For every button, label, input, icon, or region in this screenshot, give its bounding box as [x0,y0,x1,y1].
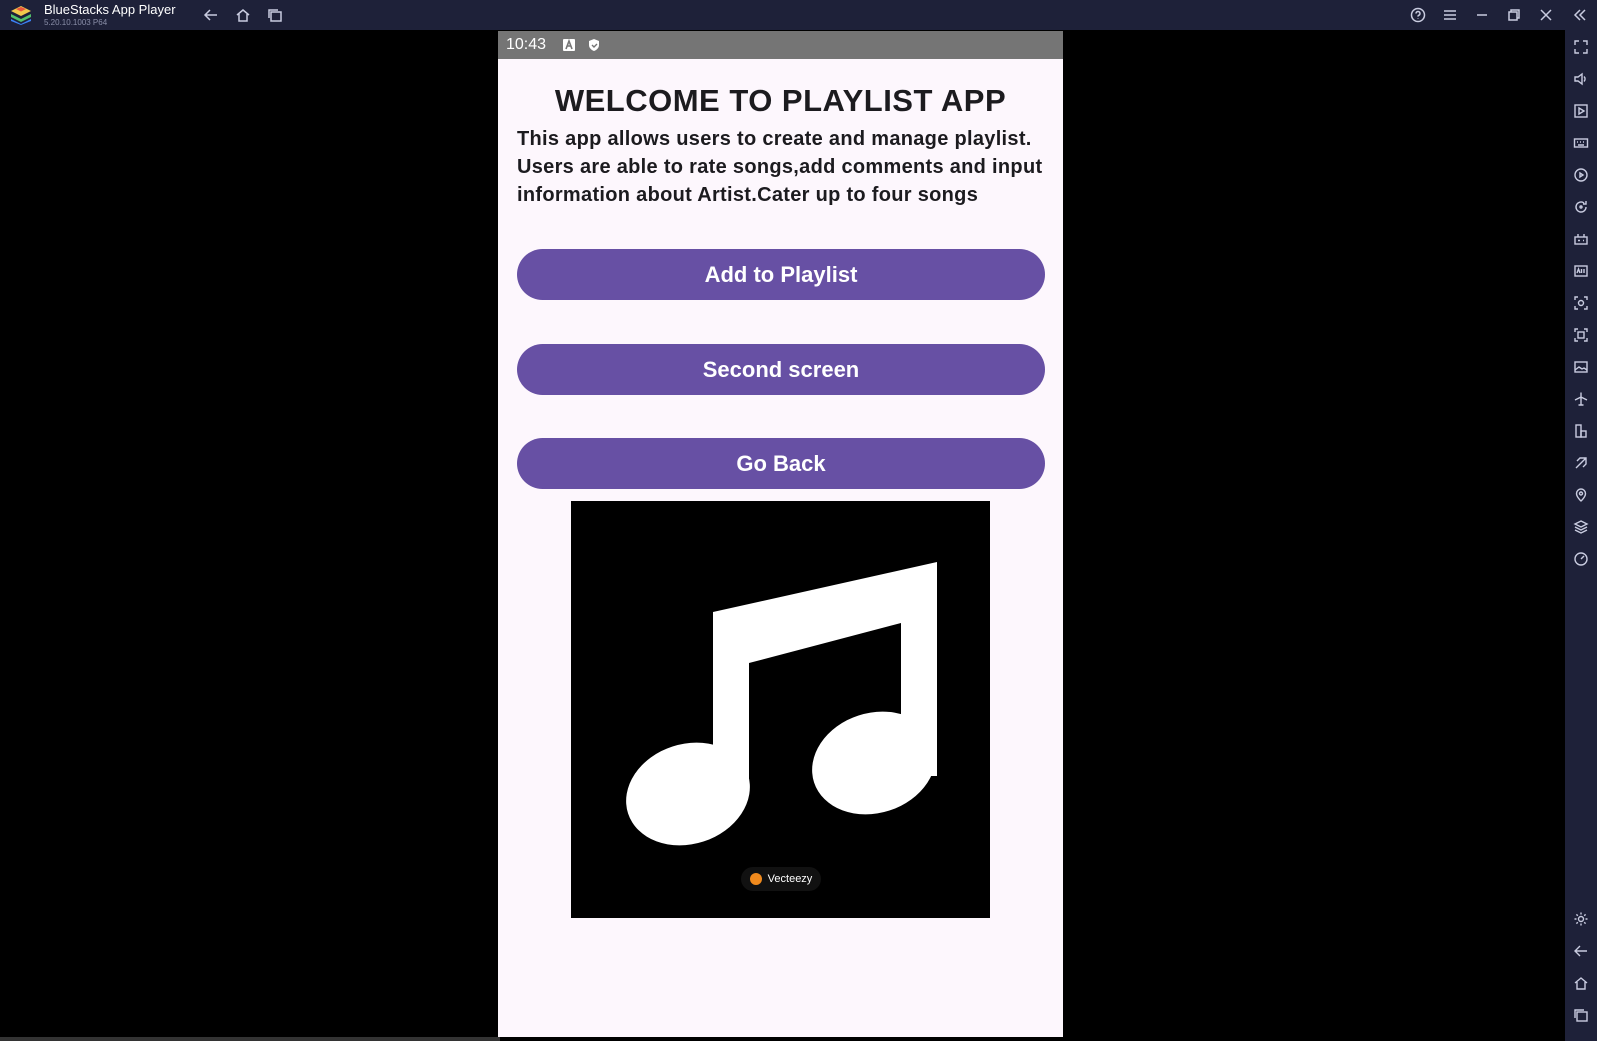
status-bar: 10:43 [498,31,1063,59]
minimize-icon[interactable] [1472,5,1492,25]
home-icon[interactable] [1571,973,1591,993]
performance-icon[interactable] [1571,549,1591,569]
music-image: Vecteezy [571,501,990,918]
menu-icon[interactable] [1440,5,1460,25]
record-icon[interactable] [1571,325,1591,345]
eco-mode-icon[interactable] [1571,453,1591,473]
gamepad-icon[interactable] [1571,229,1591,249]
recents-icon[interactable] [1571,1005,1591,1025]
app-version: 5.20.10.1003 P64 [44,18,108,27]
airplane-icon[interactable] [1571,389,1591,409]
second-screen-button[interactable]: Second screen [517,344,1045,395]
page-title: WELCOME TO PLAYLIST APP [554,83,1007,118]
restore-icon[interactable] [1504,5,1524,25]
screenshot-icon[interactable] [1571,293,1591,313]
location-icon[interactable] [1571,485,1591,505]
add-to-playlist-button[interactable]: Add to Playlist [517,249,1045,300]
go-back-button[interactable]: Go Back [517,438,1045,489]
volume-icon[interactable] [1571,69,1591,89]
home-icon[interactable] [233,5,253,25]
fullscreen-icon[interactable] [1571,37,1591,57]
back-icon[interactable] [1571,941,1591,961]
recent-apps-icon[interactable] [265,5,285,25]
layers-icon[interactable] [1571,517,1591,537]
rotate-icon[interactable] [1571,197,1591,217]
back-arrow-icon[interactable] [201,5,221,25]
media-play-icon[interactable] [1571,101,1591,121]
watermark-text: Vecteezy [767,873,813,885]
app-description: This app allows users to create and mana… [517,128,1043,206]
keyboard-icon[interactable] [1571,133,1591,153]
shield-icon [587,38,601,52]
settings-icon[interactable] [1571,909,1591,929]
taskbar-divider [0,1037,500,1041]
status-time: 10:43 [506,36,547,53]
music-note-icon [626,562,937,846]
vecteezy-watermark: Vecteezy [741,867,821,891]
close-icon[interactable] [1536,5,1556,25]
macro-icon[interactable] [1571,165,1591,185]
bluestacks-logo-icon [10,5,32,25]
notification-a-icon [562,38,576,52]
help-icon[interactable] [1408,5,1428,25]
vecteezy-logo-icon [749,873,762,885]
media-folder-icon[interactable] [1571,357,1591,377]
right-sidebar [1565,30,1597,1041]
multi-instance-icon[interactable] [1571,421,1591,441]
app-title: BlueStacks App Player [44,2,176,17]
collapse-sidebar-icon[interactable] [1570,5,1590,25]
android-screen: 10:43 WELCOME TO PLAYLIST APP This app a… [498,31,1063,1037]
window-titlebar: BlueStacks App Player 5.20.10.1003 P64 [0,0,1597,30]
apk-install-icon[interactable] [1571,261,1591,281]
